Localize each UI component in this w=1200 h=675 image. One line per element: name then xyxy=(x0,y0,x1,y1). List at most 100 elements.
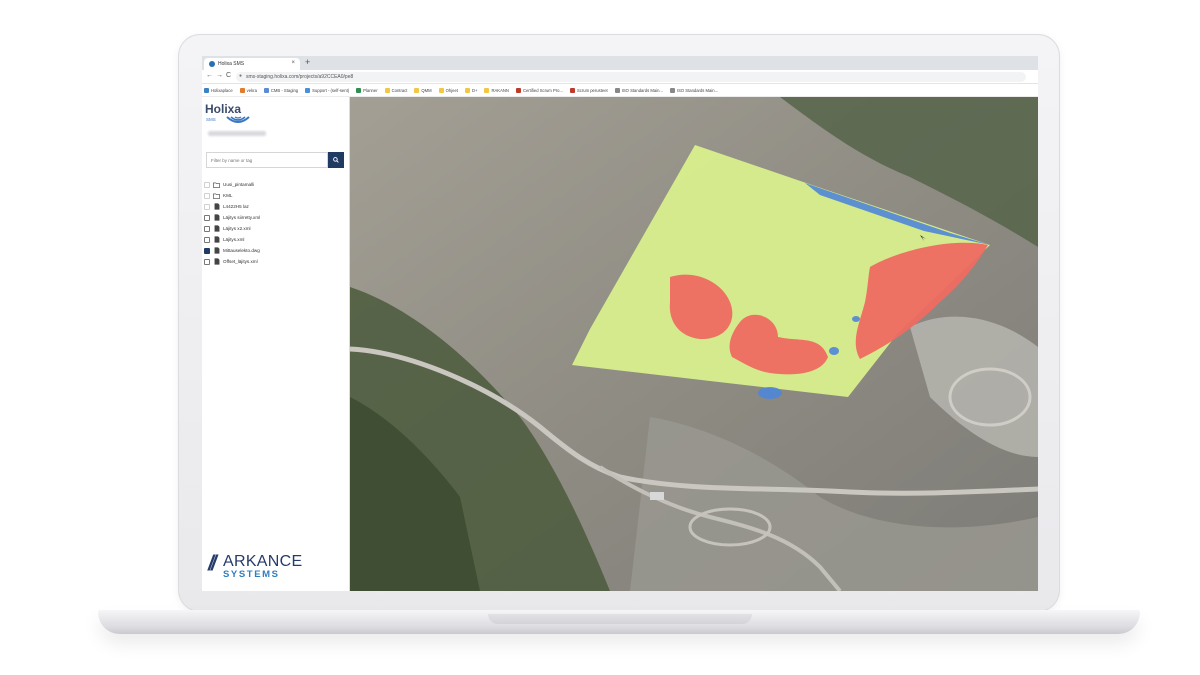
file-checkbox[interactable] xyxy=(204,192,210,199)
bookmark-icon xyxy=(614,87,620,93)
file-icon xyxy=(213,236,220,243)
file-name: Läjitys.xml xyxy=(223,237,245,242)
file-icon xyxy=(213,214,220,221)
bookmarks-bar: Holixaplace vekra CMB - Staging Support - (… xyxy=(202,84,1038,97)
bookmark-item[interactable]: ISO Standards Main... xyxy=(614,87,663,93)
water-area xyxy=(852,316,860,322)
bookmark-item[interactable]: Ohjeet xyxy=(438,87,458,93)
browser-toolbar: ← → C ● sms-staging.holixa.com/projects/… xyxy=(202,70,1038,84)
search-button[interactable] xyxy=(328,152,344,168)
bookmark-item[interactable]: D+ xyxy=(465,87,478,93)
bookmark-label: Contract xyxy=(391,87,408,93)
logo-wave-icon xyxy=(226,116,250,123)
bookmark-label: Planner xyxy=(363,87,378,93)
bookmark-item[interactable]: Support - (self-sent) xyxy=(305,87,350,93)
forward-button[interactable]: → xyxy=(216,72,223,79)
bookmark-item[interactable]: RAKANN xyxy=(484,87,509,93)
file-checkbox[interactable] xyxy=(204,258,210,265)
laptop-notch xyxy=(488,614,752,624)
browser-tab[interactable]: Holixa SMS × xyxy=(204,58,300,70)
bookmark-icon xyxy=(669,87,675,93)
laptop-screen: Holixa SMS × + ← → C ● sms-staging.holix… xyxy=(202,56,1038,591)
file-icon xyxy=(213,258,220,265)
new-tab-button[interactable]: + xyxy=(305,57,310,67)
bookmark-icon xyxy=(465,87,470,93)
bookmark-label: QMM xyxy=(421,87,432,93)
arkance-logo: // ARKANCE SYSTEMS xyxy=(208,551,328,581)
file-checkbox[interactable] xyxy=(204,203,210,210)
brand-line2: SYSTEMS xyxy=(223,569,280,580)
lock-icon: ● xyxy=(239,73,243,79)
file-row[interactable]: Offset_läjitys.xml xyxy=(204,256,348,267)
search-icon xyxy=(333,157,339,163)
file-row[interactable]: Läjitys x2.xml xyxy=(204,223,348,234)
bookmark-icon xyxy=(414,87,420,93)
file-row[interactable]: Läjitys.xml xyxy=(204,234,348,245)
sidebar: Holixa SMS Uusi_pintamalli KML L4422H5 laz… xyxy=(202,97,350,591)
file-name: Uusi_pintamalli xyxy=(223,182,255,187)
bookmark-label: vekra xyxy=(246,87,257,93)
folder-icon xyxy=(213,192,220,199)
bookmark-label: CMB - Staging xyxy=(270,87,299,93)
bookmark-item[interactable]: Holixaplace xyxy=(204,87,233,93)
building xyxy=(650,492,664,500)
bookmark-item[interactable]: Scrum perusteet xyxy=(569,87,608,93)
bookmark-icon xyxy=(438,87,444,93)
bookmark-label: ISO Standards Main... xyxy=(676,87,719,93)
bookmark-icon xyxy=(384,87,390,93)
bookmark-icon xyxy=(305,87,311,93)
bookmark-label: RAKANN xyxy=(491,87,509,93)
bookmark-item[interactable]: Certified Scrum Pro... xyxy=(515,87,563,93)
tab-title: Holixa SMS xyxy=(218,61,245,67)
bookmark-label: ISO Standards Main... xyxy=(621,87,663,93)
bookmark-item[interactable]: vekra xyxy=(239,87,257,93)
map-view[interactable] xyxy=(350,97,1038,591)
bookmark-label: Support - (self-sent) xyxy=(312,87,350,93)
file-name: Läjitys x2.xml xyxy=(223,226,251,231)
folder-icon xyxy=(213,181,220,188)
file-checkbox[interactable] xyxy=(204,214,210,221)
brand-slashes: // xyxy=(208,552,217,575)
file-row[interactable]: KML xyxy=(204,190,348,201)
bookmark-item[interactable]: Contract xyxy=(384,87,408,93)
file-checkbox[interactable] xyxy=(204,236,210,243)
bookmark-label: Ohjeet xyxy=(445,87,458,93)
reload-button[interactable]: C xyxy=(226,72,231,79)
bookmark-icon xyxy=(204,87,209,93)
bookmark-label: Holixaplace xyxy=(211,87,233,93)
tab-close-icon[interactable]: × xyxy=(291,60,295,66)
bookmark-icon xyxy=(569,87,575,93)
file-checkbox[interactable] xyxy=(204,247,210,254)
water-area xyxy=(758,387,782,399)
file-name: KML xyxy=(223,193,233,198)
back-button[interactable]: ← xyxy=(206,72,213,79)
bookmark-icon xyxy=(263,87,269,93)
holixa-logo: Holixa SMS xyxy=(205,100,265,130)
bookmark-icon xyxy=(239,87,245,93)
bookmark-label: D+ xyxy=(472,87,478,93)
file-name: Offset_läjitys.xml xyxy=(223,259,258,264)
file-row[interactable]: Mittauselekto.dwg xyxy=(204,245,348,256)
bookmark-item[interactable]: Planner xyxy=(356,87,378,93)
file-row[interactable]: Läjitys siirretty.xml xyxy=(204,212,348,223)
file-checkbox[interactable] xyxy=(204,181,210,188)
file-name: Mittauselekto.dwg xyxy=(223,248,260,253)
file-checkbox[interactable] xyxy=(204,225,210,232)
bookmark-icon xyxy=(484,87,490,93)
file-tree: Uusi_pintamalli KML L4422H5 laz Läjitys sii… xyxy=(204,179,348,267)
file-row[interactable]: Uusi_pintamalli xyxy=(204,179,348,190)
project-name xyxy=(208,131,266,136)
app-area: Holixa SMS Uusi_pintamalli KML L4422H5 laz… xyxy=(202,97,1038,591)
file-icon xyxy=(213,247,220,254)
holixa-favicon-icon xyxy=(209,61,215,67)
bookmark-item[interactable]: ISO Standards Main... xyxy=(669,87,719,93)
logo-sub: SMS xyxy=(206,117,216,122)
address-bar[interactable]: ● sms-staging.holixa.com/projects/a92CCE… xyxy=(236,72,1026,82)
filter-input[interactable] xyxy=(206,152,328,168)
file-name: L4422H5 laz xyxy=(223,204,249,209)
bookmark-item[interactable]: QMM xyxy=(414,87,432,93)
file-name: Läjitys siirretty.xml xyxy=(223,215,261,220)
bookmark-label: Certified Scrum Pro... xyxy=(522,87,563,93)
file-row[interactable]: L4422H5 laz xyxy=(204,201,348,212)
bookmark-item[interactable]: CMB - Staging xyxy=(263,87,299,93)
